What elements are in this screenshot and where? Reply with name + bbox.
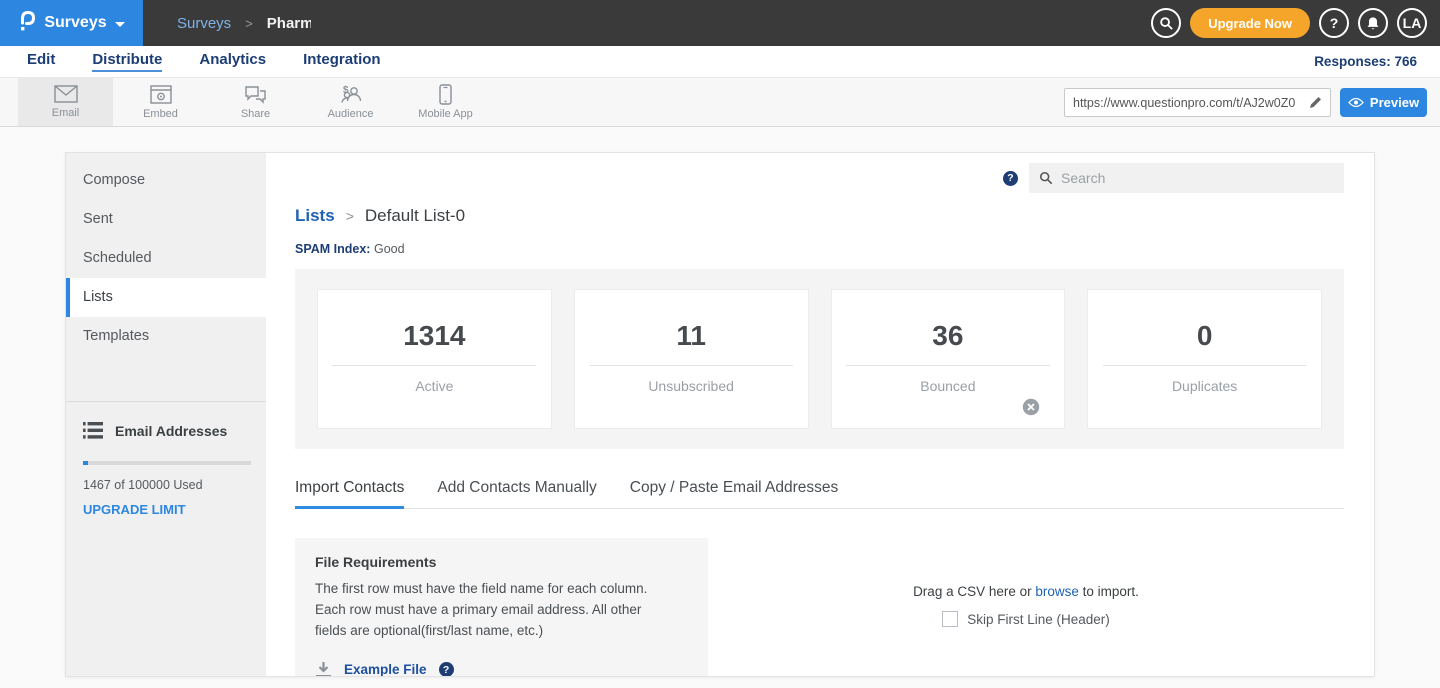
stat-label: Unsubscribed	[575, 378, 808, 394]
search-button[interactable]	[1151, 8, 1181, 38]
tab-integration[interactable]: Integration	[303, 51, 381, 72]
email-lists-card: Compose Sent Scheduled Lists Templates E…	[65, 152, 1375, 677]
tab-copy-paste-email-addresses[interactable]: Copy / Paste Email Addresses	[630, 479, 839, 509]
app-switcher[interactable]: Surveys	[0, 0, 143, 46]
current-list-name: Default List-0	[365, 206, 465, 226]
email-icon	[54, 85, 78, 104]
stat-value: 1314	[318, 320, 551, 352]
upgrade-now-button[interactable]: Upgrade Now	[1190, 8, 1310, 38]
example-file-link[interactable]: Example File	[344, 662, 427, 677]
help-button[interactable]: ?	[1319, 8, 1349, 38]
embed-icon	[150, 85, 172, 105]
edit-pencil-icon[interactable]	[1308, 96, 1322, 110]
breadcrumb-surveys-link[interactable]: Surveys	[177, 15, 231, 32]
avatar[interactable]: LA	[1397, 8, 1427, 38]
download-icon	[315, 662, 332, 677]
search-icon	[1159, 16, 1174, 31]
spam-index: SPAM Index: Good	[295, 242, 1344, 256]
list-icon	[83, 422, 103, 439]
toolbar-item-mobile-app[interactable]: Mobile App	[398, 78, 493, 126]
survey-nav-tabs: Edit Distribute Analytics Integration Re…	[0, 46, 1440, 78]
survey-url-input[interactable]	[1073, 96, 1308, 110]
usage-text: 1467 of 100000 Used	[83, 478, 249, 492]
list-stats-panel: 1314 Active 11 Unsubscribed 36 Bounced 0	[295, 269, 1344, 449]
csv-dropzone[interactable]: Drag a CSV here or browse to import. Ski…	[708, 538, 1344, 677]
search-icon	[1039, 171, 1053, 185]
tab-analytics[interactable]: Analytics	[199, 51, 266, 72]
survey-url-field[interactable]	[1064, 88, 1331, 117]
remove-bounced-icon[interactable]	[1022, 398, 1040, 416]
email-addresses-title: Email Addresses	[115, 423, 227, 439]
eye-icon	[1348, 97, 1364, 108]
stat-value: 11	[575, 320, 808, 352]
tab-add-contacts-manually[interactable]: Add Contacts Manually	[437, 479, 596, 509]
question-mark-icon: ?	[1330, 15, 1339, 31]
sidebar-item-compose[interactable]: Compose	[66, 161, 266, 200]
drag-csv-text: Drag a CSV here or browse to import.	[913, 584, 1139, 599]
search-help-icon[interactable]: ?	[1003, 171, 1018, 186]
tab-distribute[interactable]: Distribute	[92, 51, 162, 72]
app-name: Surveys	[44, 14, 106, 32]
browse-link[interactable]: browse	[1035, 584, 1079, 599]
spam-index-label: SPAM Index:	[295, 242, 370, 256]
contact-tabs: Import Contacts Add Contacts Manually Co…	[295, 479, 1344, 509]
stat-card-active[interactable]: 1314 Active	[317, 289, 552, 429]
mobile-app-icon	[439, 84, 452, 105]
audience-icon: $	[338, 84, 364, 105]
sidebar-item-sent[interactable]: Sent	[66, 200, 266, 239]
spam-index-value: Good	[374, 242, 405, 256]
stat-value: 36	[832, 320, 1065, 352]
email-sidebar: Compose Sent Scheduled Lists Templates E…	[66, 153, 266, 676]
toolbar-item-embed[interactable]: Embed	[113, 78, 208, 126]
list-breadcrumb: Lists > Default List-0	[295, 206, 1344, 226]
stat-label: Bounced	[832, 378, 1065, 394]
file-requirements-title: File Requirements	[315, 554, 688, 570]
toolbar-item-share[interactable]: Share	[208, 78, 303, 126]
preview-button[interactable]: Preview	[1340, 88, 1427, 117]
questionpro-logo-icon	[18, 10, 36, 37]
toolbar-item-audience[interactable]: $ Audience	[303, 78, 398, 126]
upgrade-limit-link[interactable]: UPGRADE LIMIT	[83, 502, 249, 517]
page-background: Compose Sent Scheduled Lists Templates E…	[0, 152, 1440, 688]
breadcrumb: Surveys > Pharma	[177, 15, 311, 32]
email-addresses-section: Email Addresses 1467 of 100000 Used UPGR…	[66, 402, 266, 517]
stat-card-bounced[interactable]: 36 Bounced	[831, 289, 1066, 429]
usage-progress-bar	[83, 461, 251, 465]
chevron-down-icon	[115, 22, 125, 27]
breadcrumb-current-survey: Pharma	[267, 15, 311, 32]
bell-icon	[1366, 16, 1380, 31]
file-requirements-panel: File Requirements The first row must hav…	[295, 538, 708, 677]
example-file-help-icon[interactable]: ?	[439, 662, 454, 677]
contact-search-box[interactable]	[1029, 163, 1344, 193]
sidebar-item-templates[interactable]: Templates	[66, 317, 266, 356]
list-detail-main: ? Lists > Default List-0 SPAM Index: Goo…	[266, 153, 1374, 676]
breadcrumb-separator: >	[346, 208, 354, 224]
skip-first-line-checkbox[interactable]	[942, 611, 958, 627]
stat-label: Active	[318, 378, 551, 394]
share-icon	[244, 85, 267, 105]
notifications-button[interactable]	[1358, 8, 1388, 38]
skip-first-line-label: Skip First Line (Header)	[967, 612, 1110, 627]
toolbar-item-email[interactable]: Email	[18, 78, 113, 126]
sidebar-item-lists[interactable]: Lists	[66, 278, 266, 317]
header-actions: Upgrade Now ? LA	[1151, 0, 1427, 46]
tab-import-contacts[interactable]: Import Contacts	[295, 479, 404, 509]
search-input[interactable]	[1061, 170, 1334, 186]
top-header: Surveys Surveys > Pharma Upgrade Now ? L…	[0, 0, 1440, 46]
responses-count[interactable]: Responses: 766	[1314, 54, 1417, 69]
stat-label: Duplicates	[1088, 378, 1321, 394]
breadcrumb-separator: >	[245, 16, 253, 31]
stat-card-unsubscribed[interactable]: 11 Unsubscribed	[574, 289, 809, 429]
sidebar-item-scheduled[interactable]: Scheduled	[66, 239, 266, 278]
lists-link[interactable]: Lists	[295, 206, 335, 226]
distribute-toolbar: Email Embed Share $ Audience Mobile App …	[0, 78, 1440, 127]
file-requirements-body: The first row must have the field name f…	[315, 579, 675, 642]
stat-value: 0	[1088, 320, 1321, 352]
stat-card-duplicates[interactable]: 0 Duplicates	[1087, 289, 1322, 429]
tab-edit[interactable]: Edit	[27, 51, 55, 72]
